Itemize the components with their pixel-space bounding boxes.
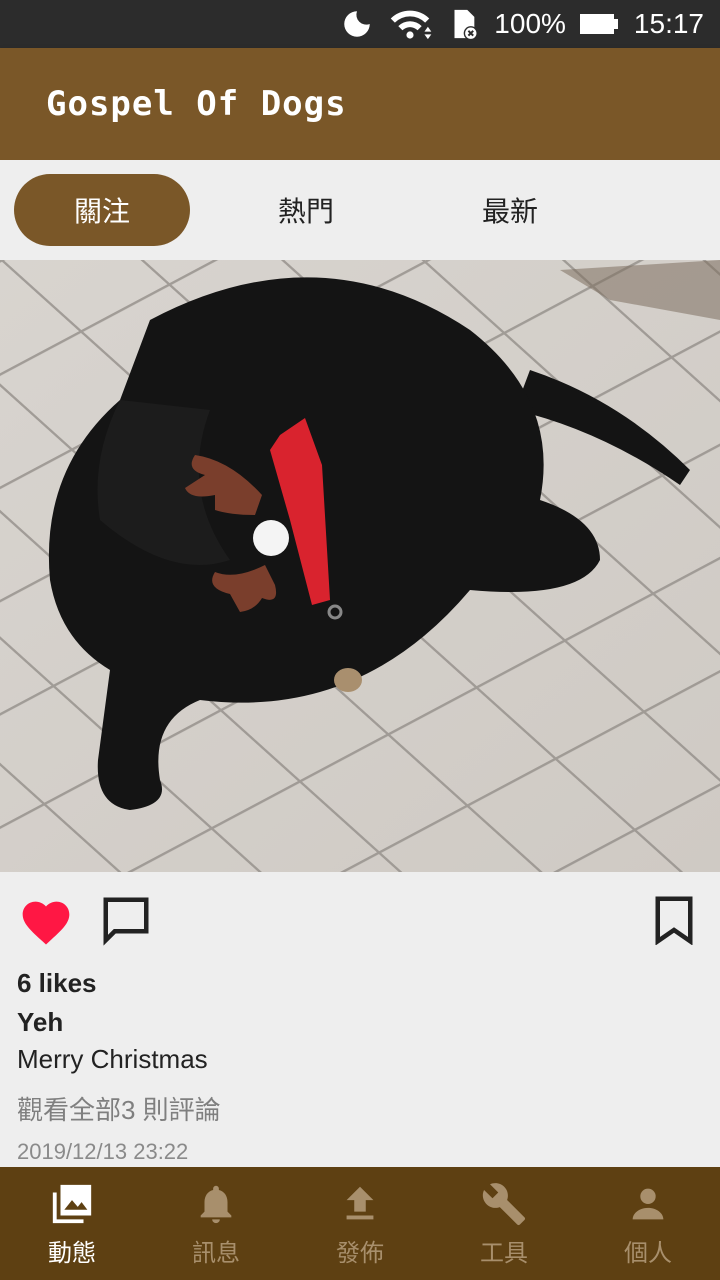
app-bar: Gospel Of Dogs (0, 48, 720, 160)
nav-item-profile[interactable]: 個人 (576, 1167, 720, 1280)
nav-label-tools: 工具 (480, 1239, 528, 1267)
bookmark-icon (655, 896, 693, 945)
photo-library-icon (52, 1184, 92, 1224)
person-icon (632, 1188, 664, 1220)
comment-button[interactable] (98, 892, 154, 948)
moon-icon (340, 7, 374, 41)
post-timestamp: 2019/12/13 23:22 (17, 1139, 189, 1164)
view-all-comments-link[interactable]: 觀看全部3 則評論 (17, 1090, 221, 1127)
dog-photo (0, 260, 720, 872)
screen: 100% 15:17 Gospel Of Dogs 關注 熱門 最新 6 lik… (0, 0, 720, 1280)
post-author[interactable]: Yeh (17, 1007, 63, 1038)
battery-percent: 100% (494, 8, 566, 39)
nav-label-feed: 動態 (48, 1239, 96, 1267)
status-bar: 100% 15:17 (0, 0, 720, 48)
wrench-icon (482, 1183, 526, 1226)
feed-tabs: 關注 熱門 最新 (0, 160, 720, 260)
likes-count[interactable]: 6 likes (17, 968, 97, 999)
bell-icon (200, 1185, 232, 1224)
nav-item-messages[interactable]: 訊息 (144, 1167, 288, 1280)
tab-latest[interactable]: 最新 (422, 174, 598, 246)
app-title: Gospel Of Dogs (46, 84, 347, 124)
post-actions (0, 872, 720, 967)
clock: 15:17 (633, 8, 704, 39)
tab-popular[interactable]: 熱門 (218, 174, 394, 246)
upload-icon (346, 1186, 374, 1220)
nav-label-profile: 個人 (624, 1239, 672, 1267)
post-caption: Merry Christmas (17, 1044, 208, 1074)
bottom-navigation: 動態 訊息 發佈 工具 個人 (0, 1167, 720, 1280)
tab-following[interactable]: 關注 (14, 174, 190, 246)
nav-item-feed[interactable]: 動態 (0, 1167, 144, 1280)
battery-icon (579, 12, 620, 36)
bookmark-button[interactable] (646, 892, 702, 948)
heart-icon (22, 901, 70, 945)
like-button[interactable] (18, 892, 74, 948)
wifi-icon (388, 7, 432, 41)
nav-item-tools[interactable]: 工具 (432, 1167, 576, 1280)
chat-bubble-icon (103, 897, 149, 946)
nav-label-publish: 發佈 (336, 1239, 384, 1267)
nav-label-messages: 訊息 (192, 1239, 240, 1267)
sd-card-error-icon (446, 7, 480, 41)
nav-item-publish[interactable]: 發佈 (288, 1167, 432, 1280)
post-photo[interactable] (0, 260, 720, 872)
